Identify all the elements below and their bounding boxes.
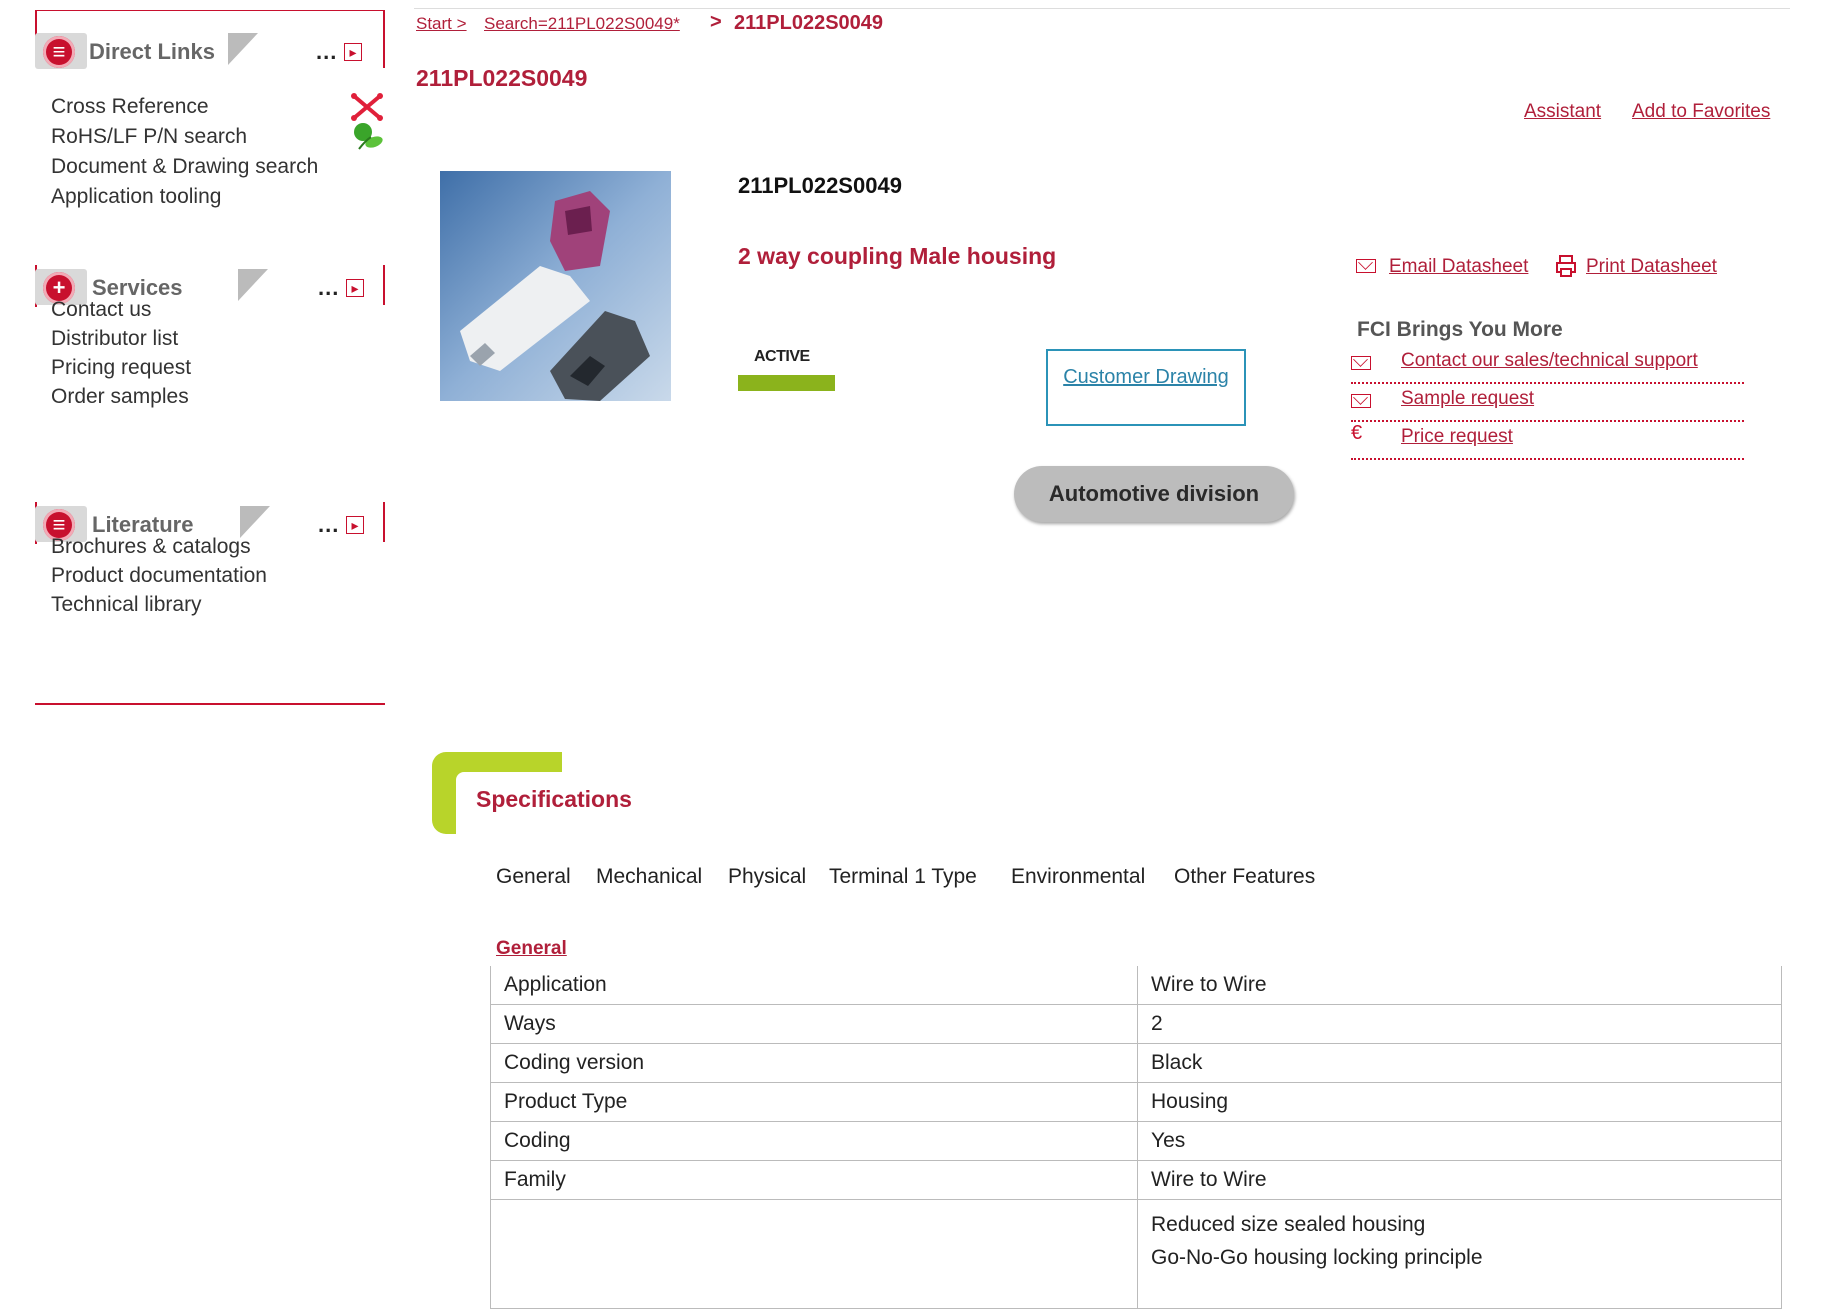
spec-value: Wire to Wire <box>1137 966 1782 1005</box>
print-datasheet-link[interactable]: Print Datasheet <box>1586 256 1717 278</box>
sidebar-section-direct-links: ≡ Direct Links ... ▸ <box>35 27 385 77</box>
tab-corner-decoration <box>238 269 268 301</box>
spec-tab-environmental[interactable]: Environmental <box>1011 865 1145 889</box>
more-dots: ... <box>318 512 340 537</box>
expand-icon[interactable]: ▸ <box>344 43 362 61</box>
spec-value: Housing <box>1137 1082 1782 1122</box>
product-code: 211PL022S0049 <box>738 173 902 198</box>
spec-tab-general[interactable]: General <box>496 865 571 889</box>
customer-drawing-box: Customer Drawing <box>1046 349 1246 426</box>
more-dots: ... <box>318 275 340 300</box>
email-datasheet-link[interactable]: Email Datasheet <box>1389 256 1528 278</box>
email-icon <box>1351 390 1371 413</box>
expand-icon[interactable]: ▸ <box>346 279 364 297</box>
table-row: Family Wire to Wire <box>490 1160 1782 1200</box>
spec-value: Wire to Wire <box>1137 1160 1782 1200</box>
automotive-division-button[interactable]: Automotive division <box>1014 466 1294 522</box>
sidebar-item-application-tooling[interactable]: Application tooling <box>51 185 221 209</box>
status-bar <box>738 375 835 391</box>
spec-label: Family <box>490 1160 1138 1200</box>
sidebar: ≡ Direct Links ... ▸ Cross Reference RoH… <box>35 10 385 705</box>
spec-label: Coding version <box>490 1043 1138 1083</box>
specifications-title: Specifications <box>476 786 632 812</box>
table-row: Coding version Black <box>490 1043 1782 1083</box>
breadcrumb-start[interactable]: Start > <box>416 14 467 34</box>
sidebar-item-rohs-search[interactable]: RoHS/LF P/N search <box>51 125 247 149</box>
feature-line: Reduced size sealed housing <box>1151 1213 1426 1236</box>
email-icon <box>1356 259 1376 277</box>
sidebar-item-technical-library[interactable]: Technical library <box>51 593 202 617</box>
spec-tab-other-features[interactable]: Other Features <box>1174 865 1315 889</box>
table-row: Ways 2 <box>490 1004 1782 1044</box>
spec-tab-physical[interactable]: Physical <box>728 865 806 889</box>
tab-corner-decoration <box>240 506 270 538</box>
spec-label: Coding <box>490 1121 1138 1161</box>
spec-value-features: Reduced size sealed housing Go-No-Go hou… <box>1137 1199 1782 1309</box>
spec-label: Ways <box>490 1004 1138 1044</box>
leaf-icon <box>354 123 383 150</box>
email-icon <box>1351 352 1371 375</box>
spec-value: Black <box>1137 1043 1782 1083</box>
section-title: Direct Links <box>89 39 215 64</box>
product-description: 2 way coupling Male housing <box>738 243 1057 269</box>
spec-value: Yes <box>1137 1121 1782 1161</box>
fci-row: Contact our sales/technical support <box>1351 346 1744 384</box>
price-request-link[interactable]: Price request <box>1401 426 1513 448</box>
spec-label: Product Type <box>490 1082 1138 1122</box>
spec-value: 2 <box>1137 1004 1782 1044</box>
sample-request-link[interactable]: Sample request <box>1401 388 1534 410</box>
table-row: Product Type Housing <box>490 1082 1782 1122</box>
fci-title: FCI Brings You More <box>1357 318 1563 341</box>
add-to-favorites-link[interactable]: Add to Favorites <box>1632 101 1770 123</box>
sidebar-item-contact-us[interactable]: Contact us <box>51 298 151 322</box>
contact-support-link[interactable]: Contact our sales/technical support <box>1401 350 1698 372</box>
print-icon <box>1556 255 1576 277</box>
tab-corner-decoration <box>228 33 258 65</box>
breadcrumb-search[interactable]: Search=211PL022S0049* <box>484 14 680 34</box>
spec-label: Application <box>490 966 1138 1005</box>
more-dots: ... <box>316 39 338 64</box>
page-title: 211PL022S0049 <box>416 65 588 91</box>
assistant-link[interactable]: Assistant <box>1524 101 1601 123</box>
euro-icon: € <box>1351 422 1363 444</box>
feature-line: Go-No-Go housing locking principle <box>1151 1246 1483 1269</box>
spec-tab-terminal-1-type[interactable]: Terminal 1 Type <box>829 865 977 889</box>
specifications-table: Application Wire to Wire Ways 2 Coding v… <box>490 966 1782 1309</box>
direct-links-icon: ≡ <box>35 33 87 69</box>
sidebar-item-document-search[interactable]: Document & Drawing search <box>51 155 318 179</box>
status-label: ACTIVE <box>754 348 810 365</box>
breadcrumb-separator: > <box>710 11 722 33</box>
spec-tab-mechanical[interactable]: Mechanical <box>596 865 702 889</box>
cross-reference-icon <box>351 93 383 121</box>
fci-row: Sample request <box>1351 384 1744 422</box>
expand-icon[interactable]: ▸ <box>346 516 364 534</box>
product-image <box>440 171 671 401</box>
customer-drawing-link[interactable]: Customer Drawing <box>1063 366 1229 388</box>
fci-row: € Price request <box>1351 422 1744 460</box>
breadcrumb-current: 211PL022S0049 <box>734 12 884 34</box>
table-row: Coding Yes <box>490 1121 1782 1161</box>
sidebar-item-order-samples[interactable]: Order samples <box>51 385 189 409</box>
spec-label <box>490 1199 1138 1309</box>
sidebar-item-distributor-list[interactable]: Distributor list <box>51 327 178 351</box>
sidebar-item-pricing-request[interactable]: Pricing request <box>51 356 191 380</box>
table-row: Application Wire to Wire <box>490 966 1782 1005</box>
sidebar-item-cross-reference[interactable]: Cross Reference <box>51 95 209 119</box>
top-divider <box>414 8 1790 9</box>
sidebar-item-brochures[interactable]: Brochures & catalogs <box>51 535 251 559</box>
sidebar-frame-bottom <box>35 703 385 705</box>
sidebar-item-product-documentation[interactable]: Product documentation <box>51 564 267 588</box>
table-row: Reduced size sealed housing Go-No-Go hou… <box>490 1199 1782 1309</box>
sidebar-frame-top <box>35 10 385 11</box>
general-section-link[interactable]: General <box>496 938 567 960</box>
